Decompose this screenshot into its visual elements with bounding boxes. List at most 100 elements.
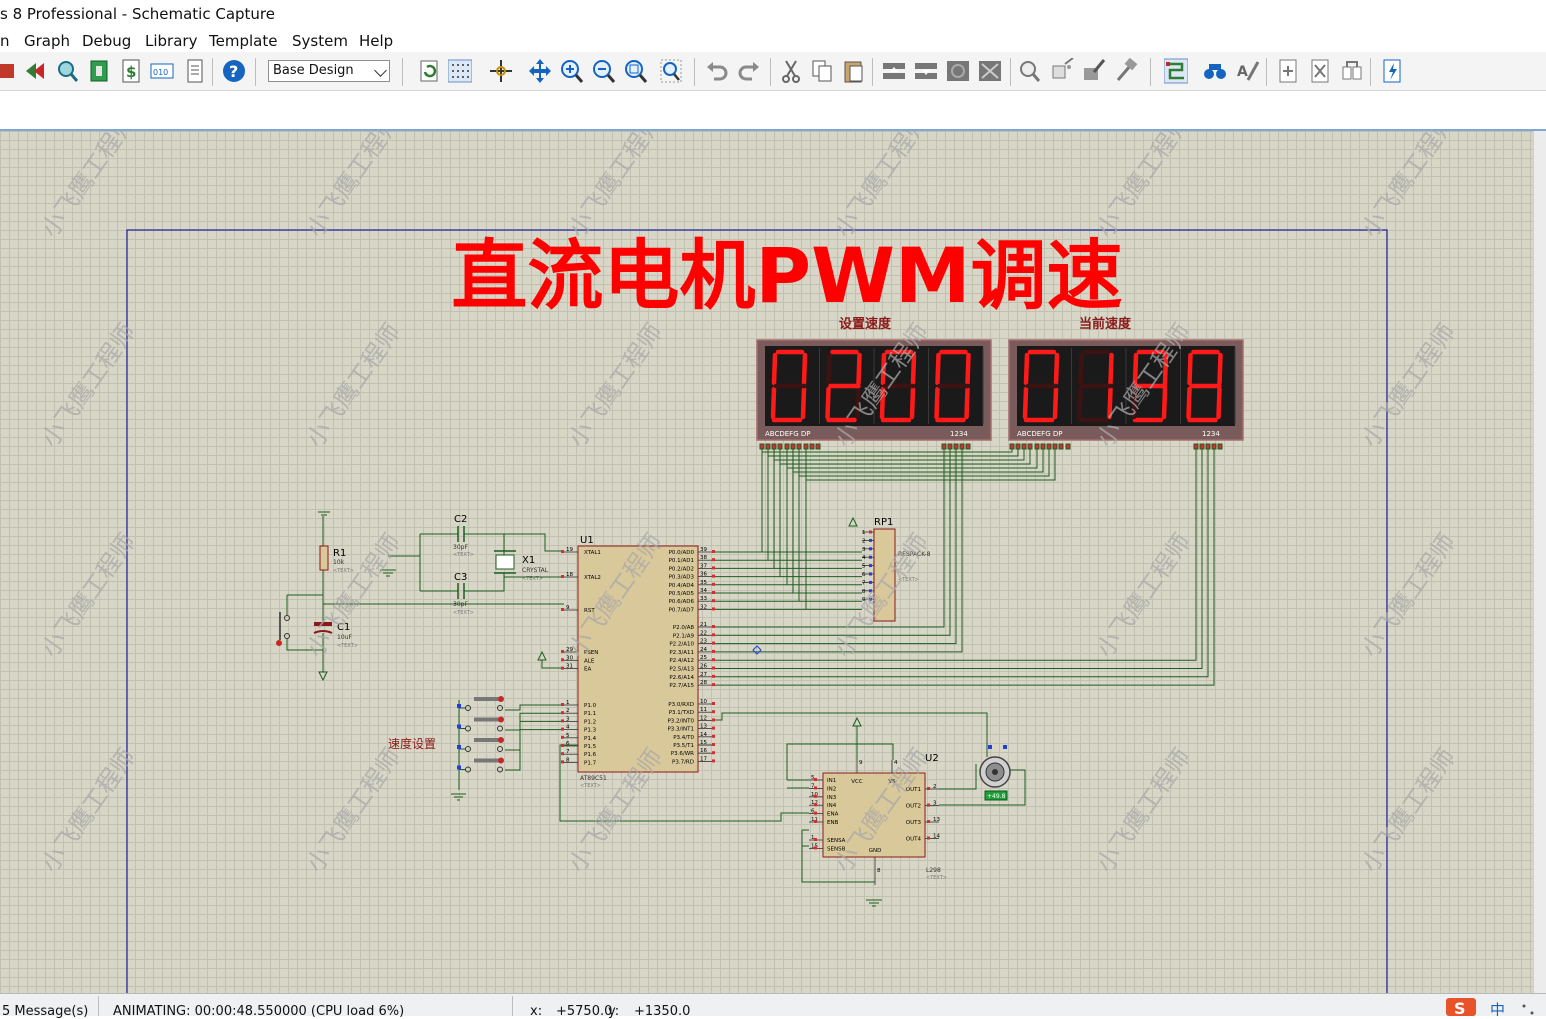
zoom-search-icon[interactable] xyxy=(55,58,79,84)
segment-b xyxy=(1108,352,1114,386)
zoom-in-icon[interactable] xyxy=(560,58,584,84)
help-icon[interactable]: ? xyxy=(222,58,246,84)
capacitor-c3[interactable]: C3 30pF <TEXT> xyxy=(453,572,474,616)
make-device-icon[interactable] xyxy=(1050,58,1074,84)
packaging-tool-icon[interactable] xyxy=(1082,58,1106,84)
pin-marker xyxy=(759,443,765,450)
menu-item-help[interactable]: Help xyxy=(359,32,393,50)
refresh-icon[interactable] xyxy=(417,58,441,84)
search-tag-icon[interactable] xyxy=(1203,58,1227,84)
pin-marker xyxy=(1027,443,1033,450)
ime-indicator-icon[interactable]: S 中 xyxy=(1446,994,1546,1016)
menu-item-template[interactable]: Template xyxy=(209,32,277,50)
cut-icon[interactable] xyxy=(779,58,803,84)
design-notes-icon[interactable] xyxy=(183,58,207,84)
exit-to-parent-icon[interactable] xyxy=(1340,58,1364,84)
pan-icon[interactable] xyxy=(528,58,552,84)
pin-marker xyxy=(1211,443,1217,450)
u1-pin-number: 15 xyxy=(700,740,707,746)
block-rotate-icon[interactable] xyxy=(946,58,970,84)
pin-marker xyxy=(561,727,564,731)
menu-item-debug[interactable]: Debug xyxy=(82,32,131,50)
component-icon[interactable] xyxy=(0,58,18,84)
speed-button-group[interactable] xyxy=(457,696,504,773)
remove-sheet-icon[interactable] xyxy=(1308,58,1332,84)
block-delete-icon[interactable] xyxy=(978,58,1002,84)
pin-marker xyxy=(1193,443,1199,450)
status-separator xyxy=(512,996,513,1016)
svg-text:S: S xyxy=(1454,999,1466,1016)
button-cap xyxy=(474,738,500,742)
bom-report-icon[interactable] xyxy=(1380,58,1404,84)
u1-pin-label: P3.5/T1 xyxy=(673,743,694,749)
message-count[interactable]: 5 Message(s) xyxy=(2,1004,88,1019)
dc-motor[interactable]: +49.8 xyxy=(979,745,1011,801)
u1-pin-label: P2.7/A15 xyxy=(669,683,694,689)
pin-marker xyxy=(869,564,872,568)
zoom-area-icon[interactable] xyxy=(659,58,683,84)
pin-marker xyxy=(712,702,715,705)
schematic-canvas[interactable]: 直流电机PWM调速 设置速度 当前速度 ABCDEFG DP 1234 ABCD… xyxy=(0,131,1546,993)
property-assignment-icon[interactable]: A xyxy=(1236,58,1260,84)
segment-c xyxy=(909,386,916,420)
toggle-grid-icon[interactable] xyxy=(448,58,472,84)
capacitor-c2[interactable]: C2 30pF <TEXT> xyxy=(453,514,474,558)
button-cap xyxy=(474,758,500,763)
crystal-x1[interactable]: X1 CRYSTAL <TEXT> xyxy=(494,550,549,582)
zoom-out-icon[interactable] xyxy=(592,58,616,84)
menu-item-design[interactable]: n xyxy=(0,32,10,50)
menu-item-system[interactable]: System xyxy=(292,32,348,50)
wire-autorouter-icon[interactable] xyxy=(1164,58,1188,84)
u2-pin-label: IN1 xyxy=(827,778,836,784)
block-copy-icon[interactable] xyxy=(882,58,906,84)
vertical-scrollbar[interactable] xyxy=(1533,131,1546,993)
undo-icon[interactable] xyxy=(705,58,729,84)
watermark-text: 小飞鹰工程师 xyxy=(36,131,142,242)
u2-pin-number: 2 xyxy=(933,784,937,790)
c2-value: 30pF xyxy=(453,544,468,551)
design-select[interactable]: Base Design xyxy=(268,60,390,82)
menu-item-library[interactable]: Library xyxy=(145,32,197,50)
watermark-text: 小飞鹰工程师 xyxy=(829,131,935,242)
paste-icon[interactable] xyxy=(842,58,866,84)
u1-pin-label: P0.3/AD3 xyxy=(669,575,695,581)
pin-marker xyxy=(712,582,715,586)
segment-b xyxy=(801,352,808,386)
vsm-studio-icon[interactable]: 010 xyxy=(150,58,174,84)
pin-marker xyxy=(1040,443,1046,450)
pin-marker xyxy=(561,608,564,611)
pin-marker xyxy=(712,599,715,603)
back-annotate-icon[interactable] xyxy=(24,58,48,84)
pin-marker xyxy=(927,787,930,790)
pin-marker xyxy=(803,443,809,450)
button-terminal xyxy=(465,705,471,711)
redo-icon[interactable] xyxy=(737,58,761,84)
c1-text: <TEXT> xyxy=(337,643,358,649)
zoom-all-icon[interactable] xyxy=(624,58,648,84)
bill-of-materials-icon[interactable]: $ xyxy=(119,58,143,84)
rp1-pin-number: 5 xyxy=(862,564,866,570)
u1-pin-number: 4 xyxy=(566,725,570,731)
origin-icon[interactable] xyxy=(489,58,513,84)
pcb-icon[interactable] xyxy=(87,58,111,84)
pin-marker xyxy=(712,743,715,746)
u1-pin-label: XTAL2 xyxy=(584,575,601,581)
copy-icon[interactable] xyxy=(810,58,834,84)
resistor-r1[interactable]: R1 10k <TEXT> xyxy=(319,545,354,574)
rp1-pin-number: 4 xyxy=(862,555,866,561)
block-move-icon[interactable] xyxy=(914,58,938,84)
u1-pin-label: P3.0/RXD xyxy=(668,702,694,708)
schematic-drawing: 直流电机PWM调速 设置速度 当前速度 ABCDEFG DP 1234 ABCD… xyxy=(36,131,1462,993)
watermark-text: 小飞鹰工程师 xyxy=(1356,318,1462,452)
pin-marker xyxy=(959,443,965,450)
u1-pin-label: P0.7/AD7 xyxy=(669,607,695,613)
decompose-icon[interactable] xyxy=(1114,58,1138,84)
new-sheet-icon[interactable] xyxy=(1276,58,1300,84)
menu-item-graph[interactable]: Graph xyxy=(24,32,70,50)
segment-c xyxy=(1161,386,1168,420)
u1-pin-label: P0.5/AD5 xyxy=(669,591,695,597)
pick-device-icon[interactable] xyxy=(1018,58,1042,84)
pin-marker xyxy=(1021,443,1027,450)
u1-pin-label: EA xyxy=(584,667,591,673)
segment-f xyxy=(1187,352,1193,386)
